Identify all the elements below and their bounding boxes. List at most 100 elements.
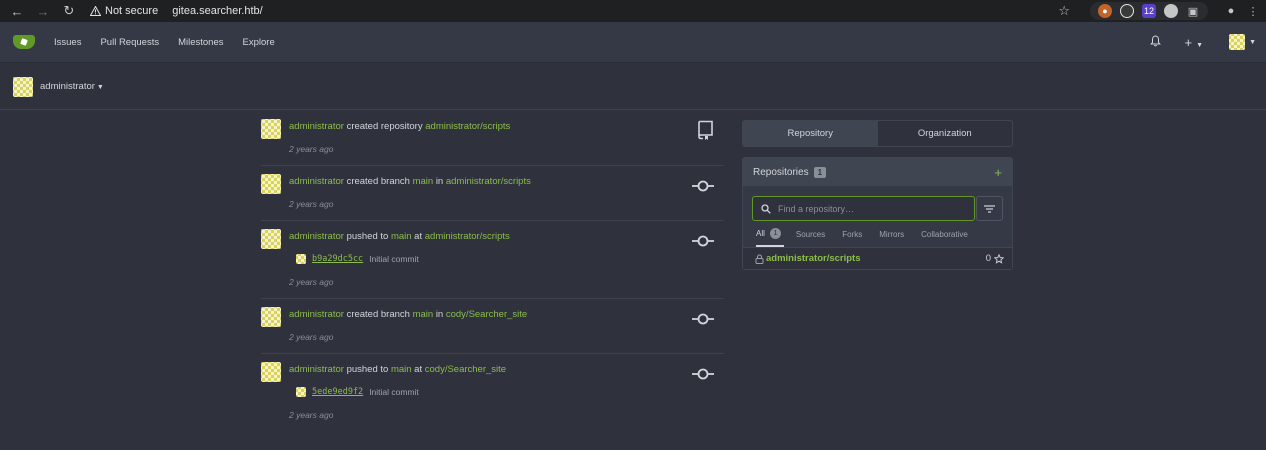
actor-link[interactable]: administrator bbox=[289, 231, 344, 242]
commit-sha-link[interactable]: b9a29dc5cc bbox=[312, 254, 363, 264]
feed-time: 2 years ago bbox=[289, 277, 334, 287]
repo-link[interactable]: administrator/scripts bbox=[446, 176, 531, 187]
search-placeholder: Find a repository… bbox=[778, 203, 855, 214]
feed-item: administrator created branch main in adm… bbox=[261, 166, 724, 221]
forward-icon[interactable]: → bbox=[30, 0, 56, 22]
extensions-bar: ● 12 ▣ bbox=[1090, 2, 1208, 20]
gitea-logo-icon[interactable] bbox=[13, 35, 35, 49]
browser-toolbar: ← → ↻ Not secure gitea.searcher.htb/ ☆ ●… bbox=[0, 0, 1266, 22]
feed-verb: created branch bbox=[346, 309, 410, 320]
extension-badge-icon[interactable]: 12 bbox=[1142, 4, 1156, 18]
feed-verb: created branch bbox=[346, 176, 410, 187]
tab-repository[interactable]: Repository bbox=[743, 121, 878, 146]
chevron-down-icon: ▼ bbox=[96, 84, 104, 91]
extension-icon[interactable] bbox=[1120, 4, 1134, 18]
repo-name-link[interactable]: administrator/scripts bbox=[766, 253, 861, 264]
feed-connector: in bbox=[435, 176, 444, 187]
branch-link[interactable]: main bbox=[391, 364, 412, 375]
commit-icon bbox=[692, 367, 714, 384]
avatar[interactable] bbox=[261, 229, 281, 249]
nav-milestones[interactable]: Milestones bbox=[178, 37, 223, 48]
lock-icon bbox=[755, 254, 764, 264]
actor-link[interactable]: administrator bbox=[289, 176, 344, 187]
commit-row: 5ede9ed9f2 Initial commit bbox=[296, 387, 419, 397]
actor-link[interactable]: administrator bbox=[289, 309, 344, 320]
chevron-down-icon: ▼ bbox=[1249, 38, 1256, 46]
repo-search-row: Find a repository… bbox=[752, 196, 1003, 221]
dashboard-sidebar: Repository Organization Repositories 1 +… bbox=[742, 120, 1013, 270]
filter-icon bbox=[984, 204, 995, 213]
nav-pull-requests[interactable]: Pull Requests bbox=[100, 37, 159, 48]
new-repo-plus-icon[interactable]: + bbox=[994, 165, 1002, 180]
feed-time: 2 years ago bbox=[289, 144, 334, 154]
tab-mirrors[interactable]: Mirrors bbox=[879, 221, 904, 247]
repo-link[interactable]: cody/Searcher_site bbox=[425, 364, 506, 375]
reload-icon[interactable]: ↻ bbox=[56, 0, 82, 22]
address-bar[interactable]: Not secure gitea.searcher.htb/ bbox=[90, 2, 263, 20]
feed-connector: at bbox=[414, 231, 423, 242]
avatar[interactable] bbox=[261, 307, 281, 327]
commit-sha-link[interactable]: 5ede9ed9f2 bbox=[312, 387, 363, 397]
nav-issues[interactable]: Issues bbox=[54, 37, 81, 48]
feed-time: 2 years ago bbox=[289, 199, 334, 209]
branch-link[interactable]: main bbox=[391, 231, 412, 242]
feed-item: administrator pushed to main at cody/Sea… bbox=[261, 354, 724, 432]
repo-search-input[interactable]: Find a repository… bbox=[752, 196, 975, 221]
tab-organization[interactable]: Organization bbox=[878, 121, 1013, 146]
actor-link[interactable]: administrator bbox=[289, 121, 344, 132]
feed-text: administrator created branch main in cod… bbox=[289, 309, 527, 320]
cookie-extension-icon[interactable]: ● bbox=[1098, 4, 1112, 18]
create-menu-button[interactable]: + ▼ bbox=[1185, 35, 1204, 50]
nav-explore[interactable]: Explore bbox=[243, 37, 275, 48]
branch-link[interactable]: main bbox=[413, 176, 434, 187]
avatar[interactable] bbox=[261, 362, 281, 382]
avatar[interactable] bbox=[261, 174, 281, 194]
repo-link[interactable]: administrator/scripts bbox=[425, 231, 510, 242]
security-indicator[interactable]: Not secure bbox=[90, 5, 158, 17]
repo-list-item[interactable]: administrator/scripts 0 bbox=[743, 247, 1012, 269]
tab-collaborative[interactable]: Collaborative bbox=[921, 221, 968, 247]
repo-link[interactable]: cody/Searcher_site bbox=[446, 309, 527, 320]
security-label: Not secure bbox=[105, 5, 159, 17]
avatar[interactable] bbox=[261, 119, 281, 139]
bookmark-star-icon[interactable]: ☆ bbox=[1058, 3, 1070, 19]
feed-verb: pushed to bbox=[346, 364, 389, 375]
url-text[interactable]: gitea.searcher.htb/ bbox=[172, 5, 263, 17]
tab-all-count-badge: 1 bbox=[769, 227, 781, 239]
feed-text: administrator created branch main in adm… bbox=[289, 176, 531, 187]
user-menu-button[interactable]: ▼ bbox=[1229, 34, 1256, 50]
scope-toggle: Repository Organization bbox=[742, 120, 1013, 147]
feed-item: administrator pushed to main at administ… bbox=[261, 221, 724, 299]
tab-forks[interactable]: Forks bbox=[842, 221, 862, 247]
feed-connector: in bbox=[435, 309, 444, 320]
notifications-bell-icon[interactable] bbox=[1149, 34, 1161, 50]
search-icon bbox=[761, 203, 771, 214]
repo-link[interactable]: administrator/scripts bbox=[425, 121, 510, 132]
commit-message: Initial commit bbox=[369, 254, 419, 264]
profile-icon[interactable]: ● bbox=[1224, 4, 1238, 18]
warning-icon bbox=[90, 6, 101, 16]
commit-icon bbox=[692, 234, 714, 251]
extension-circle-icon[interactable] bbox=[1164, 4, 1178, 18]
repositories-box: Repositories 1 + Find a repository… All 1… bbox=[742, 157, 1013, 270]
commit-icon bbox=[692, 312, 714, 329]
kebab-menu-icon[interactable]: ⋮ bbox=[1246, 4, 1260, 18]
avatar bbox=[1229, 34, 1246, 50]
feed-time: 2 years ago bbox=[289, 332, 334, 342]
feed-time: 2 years ago bbox=[289, 410, 334, 420]
context-switcher[interactable]: administrator ▼ bbox=[40, 81, 104, 92]
repositories-header: Repositories 1 + bbox=[743, 158, 1012, 186]
chevron-down-icon: ▼ bbox=[1196, 41, 1204, 49]
context-user-label: administrator bbox=[40, 81, 95, 92]
avatar bbox=[296, 254, 306, 264]
filter-button[interactable] bbox=[976, 196, 1003, 221]
plus-icon: + bbox=[1184, 34, 1193, 50]
puzzle-icon[interactable]: ▣ bbox=[1186, 4, 1200, 18]
commit-message: Initial commit bbox=[369, 387, 419, 397]
tab-sources[interactable]: Sources bbox=[796, 221, 825, 247]
star-icon bbox=[994, 253, 1004, 264]
branch-link[interactable]: main bbox=[413, 309, 434, 320]
tab-all[interactable]: All 1 bbox=[756, 221, 784, 247]
actor-link[interactable]: administrator bbox=[289, 364, 344, 375]
back-icon[interactable]: ← bbox=[4, 0, 30, 22]
